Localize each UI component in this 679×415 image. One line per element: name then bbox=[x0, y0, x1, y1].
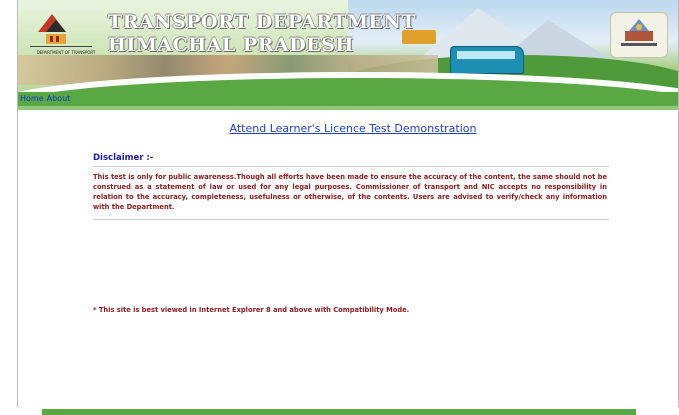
page-frame: DEPARTMENT OF TRANSPORT TRANSPORT DEPART… bbox=[17, 0, 679, 407]
emblem-graphic bbox=[621, 19, 657, 46]
nav-about-link[interactable]: About bbox=[47, 94, 71, 103]
nav-bar: Home About bbox=[18, 92, 678, 106]
banner-bus-image bbox=[450, 46, 524, 74]
browser-compatibility-note: * This site is best viewed in Internet E… bbox=[93, 306, 410, 314]
divider bbox=[93, 166, 609, 167]
nav-divider bbox=[18, 106, 678, 110]
site-title-line1: TRANSPORT DEPARTMENT bbox=[108, 11, 417, 33]
divider bbox=[93, 219, 609, 220]
nav-home-link[interactable]: Home bbox=[20, 94, 44, 103]
disclaimer-heading: Disclaimer :- bbox=[93, 153, 154, 163]
logo-caption: DEPARTMENT OF TRANSPORT bbox=[36, 50, 96, 55]
disclaimer-text: This test is only for public awareness.T… bbox=[93, 173, 607, 211]
demo-test-link[interactable]: Attend Learner's Licence Test Demonstrat… bbox=[18, 122, 678, 135]
transport-department-logo-icon: DEPARTMENT OF TRANSPORT bbox=[26, 10, 96, 55]
site-title-line2: HIMACHAL PRADESH bbox=[108, 34, 354, 56]
header-banner: DEPARTMENT OF TRANSPORT TRANSPORT DEPART… bbox=[18, 0, 678, 92]
footer-bar bbox=[42, 409, 636, 415]
logo-graphic bbox=[30, 14, 92, 47]
himachal-state-emblem-icon bbox=[610, 12, 668, 58]
